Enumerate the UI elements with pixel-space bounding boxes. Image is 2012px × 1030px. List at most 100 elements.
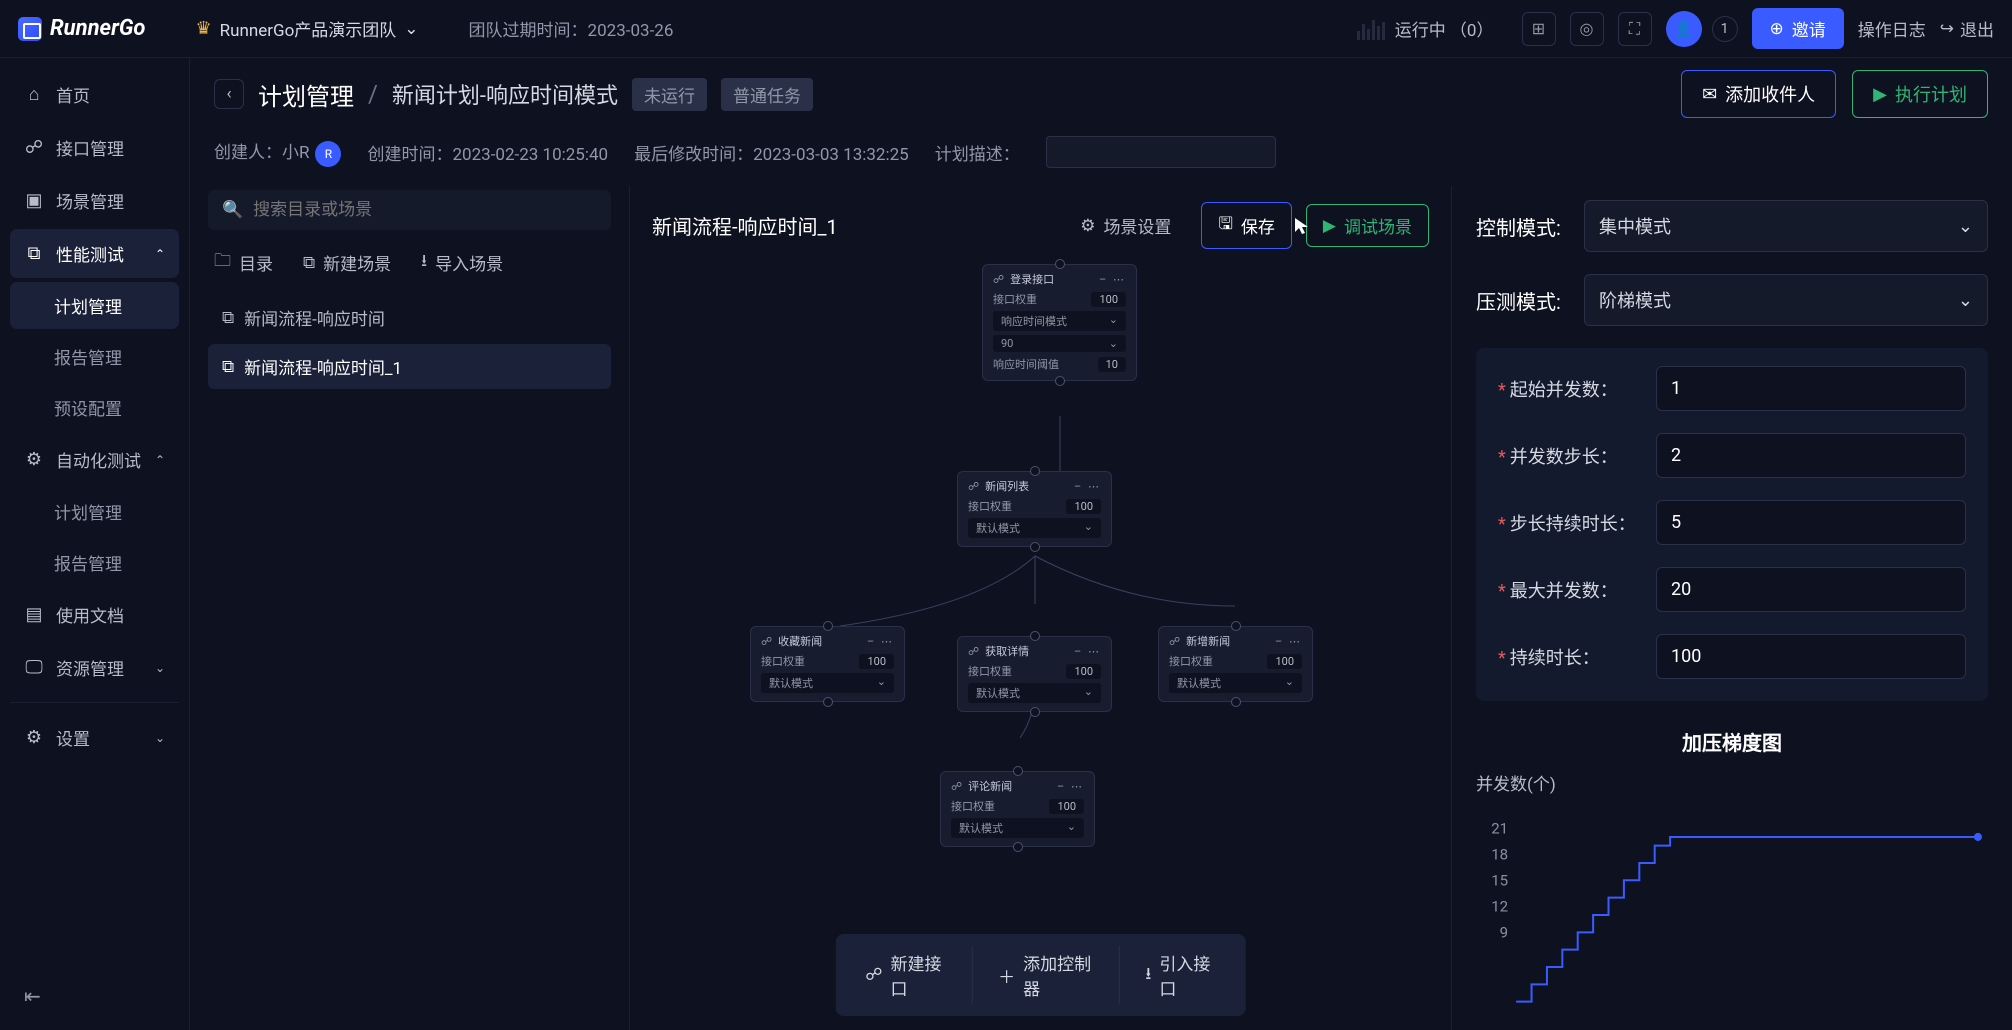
desc-label: 计划描述： — [935, 140, 1020, 165]
gear-icon: ⚙ — [24, 449, 44, 470]
sidebar-item-docs[interactable]: ▤使用文档 — [10, 590, 179, 639]
flow-node-detail[interactable]: ☍获取详情– ⋯ 接口权重100 默认模式⌄ — [957, 636, 1112, 712]
node-title: 登录接口 — [1010, 271, 1054, 287]
chevron-down-icon: ⌄ — [1958, 216, 1973, 237]
max-conc-input[interactable] — [1656, 567, 1966, 612]
sidebar-sub-report[interactable]: 报告管理 — [10, 333, 179, 380]
label: 新建场景 — [323, 250, 391, 275]
svg-text:9: 9 — [1500, 923, 1508, 941]
button-label: 添加收件人 — [1725, 81, 1815, 107]
tree-item-label: 新闻流程-响应时间_1 — [244, 354, 402, 379]
sidebar-item-scene[interactable]: ▣场景管理 — [10, 176, 179, 225]
mail-icon: ✉ — [1702, 84, 1717, 105]
chevron-down-icon: ⌄ — [1958, 290, 1973, 311]
more-icon[interactable]: – ⋯ — [1099, 273, 1126, 286]
step-label: *并发数步长： — [1498, 443, 1638, 469]
expire-info: 团队过期时间：2023-03-26 — [469, 16, 674, 41]
more-icon[interactable]: – ⋯ — [1057, 780, 1084, 793]
sidebar-sub-preset[interactable]: 预设配置 — [10, 384, 179, 431]
invite-label: 邀请 — [1792, 16, 1826, 41]
running-status[interactable]: 运行中 （0） — [1343, 12, 1508, 45]
tree-item[interactable]: ⧉新闻流程-响应时间_1 — [208, 344, 611, 389]
more-icon[interactable]: – ⋯ — [867, 635, 894, 648]
run-plan-button[interactable]: ▶执行计划 — [1852, 70, 1988, 118]
step-input[interactable] — [1656, 433, 1966, 478]
import-scene-button[interactable]: ⭳导入场景 — [421, 248, 503, 277]
sidebar-item-api[interactable]: ☍ 接口管理 — [10, 123, 179, 172]
sidebar-item-label: 首页 — [56, 82, 90, 107]
back-button[interactable]: ‹ — [214, 79, 244, 109]
search-input[interactable] — [253, 200, 597, 220]
invite-button[interactable]: ⊕ 邀请 — [1752, 8, 1844, 49]
scene-settings-button[interactable]: ⚙场景设置 — [1064, 205, 1187, 246]
import-api-button[interactable]: ⭳引入接口 — [1119, 938, 1241, 1012]
book-icon: ▤ — [24, 604, 44, 625]
desc-input[interactable] — [1046, 136, 1276, 168]
logo[interactable]: RunnerGo — [18, 16, 145, 41]
sidebar-item-auto[interactable]: ⚙自动化测试⌃ — [10, 435, 179, 484]
chart-title: 加压梯度图 — [1476, 727, 1988, 756]
chevron-up-icon: ⌃ — [155, 453, 165, 467]
add-recipient-button[interactable]: ✉ 添加收件人 — [1681, 70, 1836, 118]
label: 目录 — [239, 250, 273, 275]
debug-scene-button[interactable]: ▶调试场景 — [1306, 204, 1429, 247]
team-selector[interactable]: ♛ RunnerGo产品演示团队 ⌄ — [195, 16, 418, 41]
save-button[interactable]: 🖫保存 — [1201, 202, 1291, 249]
bars-icon — [1357, 18, 1385, 40]
collapse-sidebar-button[interactable]: ⇤ — [10, 974, 179, 1018]
sidebar-sub-auto-plan[interactable]: 计划管理 — [10, 488, 179, 535]
flow-node-list[interactable]: ☍新闻列表– ⋯ 接口权重100 默认模式⌄ — [957, 471, 1112, 547]
sidebar-sub-auto-report[interactable]: 报告管理 — [10, 539, 179, 586]
start-conc-input[interactable] — [1656, 366, 1966, 411]
flow-node-login[interactable]: ☍登录接口– ⋯ 接口权重100 响应时间模式⌄ 90⌄ 响应时间阈值10 — [982, 264, 1137, 381]
modified-info: 最后修改时间：2023-03-03 13:32:25 — [634, 140, 909, 165]
sidebar-item-perf[interactable]: ⧉性能测试⌃ — [10, 229, 179, 278]
grid-icon-button[interactable]: ⊞ — [1522, 12, 1556, 46]
link-icon: ☍ — [951, 780, 962, 793]
press-mode-label: 压测模式: — [1476, 286, 1570, 315]
link-icon: ☍ — [24, 137, 44, 158]
press-mode-select[interactable]: 阶梯模式⌄ — [1584, 274, 1988, 326]
sidebar-item-label: 性能测试 — [56, 241, 124, 266]
new-api-button[interactable]: ☍新建接口 — [839, 938, 971, 1012]
flow-node-add[interactable]: ☍新增新闻– ⋯ 接口权重100 默认模式⌄ — [1158, 626, 1313, 702]
new-scene-button[interactable]: ⧉新建场景 — [303, 250, 391, 275]
sidebar-item-settings[interactable]: ⚙设置⌄ — [10, 713, 179, 762]
ctrl-mode-label: 控制模式: — [1476, 212, 1570, 241]
link-icon: ☍ — [968, 480, 979, 493]
dur-label: *持续时长： — [1498, 644, 1638, 670]
chevron-down-icon: ⌄ — [155, 661, 165, 675]
add-controller-button[interactable]: ＋添加控制器 — [972, 938, 1118, 1012]
more-icon[interactable]: – ⋯ — [1074, 645, 1101, 658]
sidebar-item-home[interactable]: ⌂首页 — [10, 70, 179, 119]
breadcrumb-sep: / — [368, 80, 378, 108]
gear-icon: ⚙ — [1080, 216, 1095, 236]
sidebar-sub-plan[interactable]: 计划管理 — [10, 282, 179, 329]
user-count-badge: 1 — [1712, 16, 1738, 42]
more-icon[interactable]: – ⋯ — [1074, 480, 1101, 493]
more-icon[interactable]: – ⋯ — [1275, 635, 1302, 648]
user-avatar[interactable]: 👤 — [1666, 11, 1702, 47]
status-tag-type: 普通任务 — [721, 78, 813, 111]
logout-link[interactable]: ↪ 退出 — [1940, 16, 1994, 41]
search-box[interactable]: 🔍 — [208, 190, 611, 230]
operation-log-link[interactable]: 操作日志 — [1858, 16, 1926, 41]
ctrl-mode-select[interactable]: 集中模式⌄ — [1584, 200, 1988, 252]
flow-node-fav[interactable]: ☍收藏新闻– ⋯ 接口权重100 默认模式⌄ — [750, 626, 905, 702]
link-icon: ☍ — [865, 965, 882, 985]
tree-item-label: 新闻流程-响应时间 — [244, 305, 385, 330]
tree-item[interactable]: ⧉新闻流程-响应时间 — [208, 295, 611, 340]
dir-button[interactable]: 🗀目录 — [214, 248, 273, 277]
button-label: 执行计划 — [1895, 81, 1967, 107]
sidebar-item-resource[interactable]: 🖵资源管理⌄ — [10, 643, 179, 692]
link-icon: ☍ — [761, 635, 772, 648]
dur-input[interactable] — [1656, 634, 1966, 679]
expand-icon-button[interactable]: ⛶ — [1618, 12, 1652, 46]
target-icon-button[interactable]: ◎ — [1570, 12, 1604, 46]
start-conc-label: *起始并发数： — [1498, 376, 1638, 402]
flow-node-comment[interactable]: ☍评论新闻– ⋯ 接口权重100 默认模式⌄ — [940, 771, 1095, 847]
breadcrumb-root[interactable]: 计划管理 — [258, 77, 354, 112]
sidebar-item-label: 接口管理 — [56, 135, 124, 160]
layers-icon: ▣ — [24, 190, 44, 211]
step-dur-input[interactable] — [1656, 500, 1966, 545]
